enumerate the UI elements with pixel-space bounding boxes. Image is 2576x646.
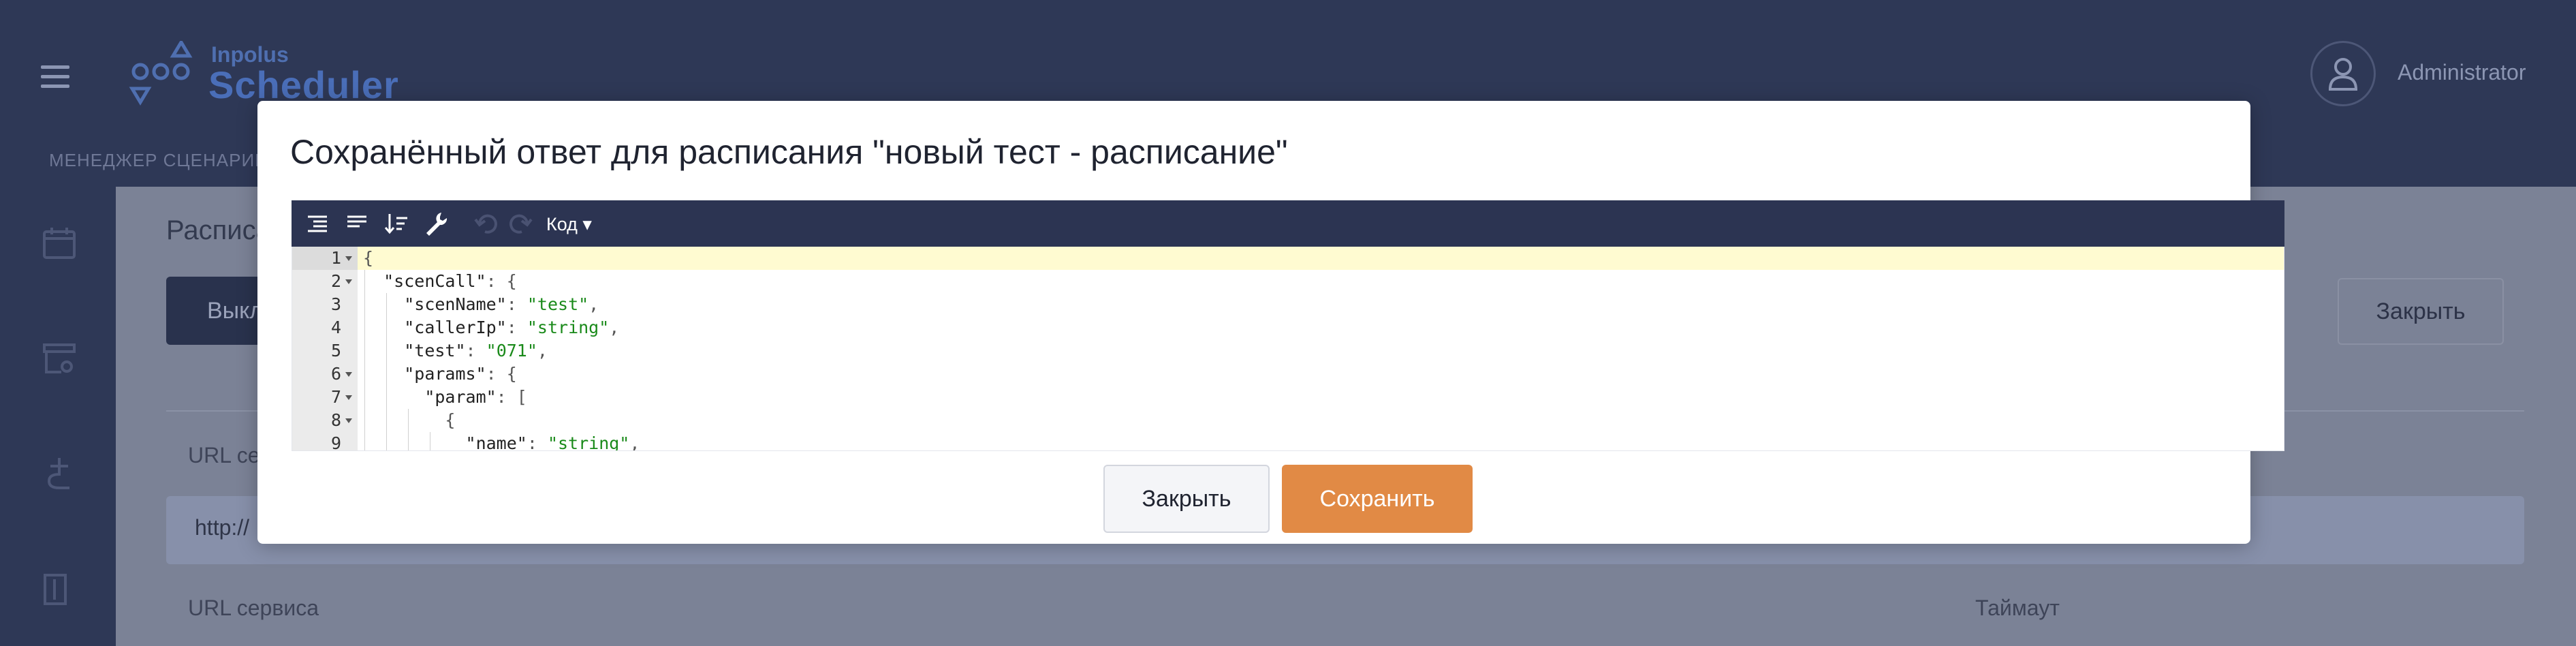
url-input-value: http:// <box>195 515 250 540</box>
fold-icon[interactable] <box>345 372 352 377</box>
code-line: 8 { <box>292 409 2284 432</box>
code-text: "scenName": "test", <box>404 294 599 314</box>
fold-icon[interactable] <box>345 418 352 423</box>
disable-button[interactable]: Выкл <box>166 277 268 345</box>
close-page-button[interactable]: Закрыть <box>2338 278 2504 345</box>
modal-title: Сохранённый ответ для расписания "новый … <box>290 133 1288 171</box>
code-line: 7 "param": [ <box>292 386 2284 409</box>
sort-icon[interactable] <box>383 210 410 237</box>
code-line: 2 "scenCall": { <box>292 270 2284 293</box>
code-text: "test": "071", <box>404 341 548 360</box>
code-text: "param": [ <box>424 387 527 407</box>
code-editor[interactable]: 1 { 2 "scenCall": { 3 "scenName": "test"… <box>292 247 2284 451</box>
page-title: Расписа <box>166 215 271 245</box>
undo-icon[interactable] <box>473 210 500 237</box>
mode-dropdown[interactable]: Код ▾ <box>546 214 592 235</box>
user-name[interactable]: Administrator <box>2398 60 2526 85</box>
format-icon[interactable] <box>304 210 331 237</box>
avatar[interactable] <box>2310 41 2376 106</box>
archive-view-icon[interactable] <box>42 342 76 376</box>
code-text: "scenCall": { <box>383 271 517 291</box>
timeout-label: Таймаут <box>1975 596 2060 620</box>
sidebar <box>0 187 116 646</box>
code-text: "callerIp": "string", <box>404 318 620 337</box>
user-icon <box>2328 58 2358 91</box>
code-line: 5 "test": "071", <box>292 339 2284 363</box>
fold-icon[interactable] <box>345 256 352 261</box>
repair-icon[interactable] <box>422 210 450 237</box>
code-line: 4 "callerIp": "string", <box>292 316 2284 339</box>
code-line: 1 { <box>292 247 2284 270</box>
scenario-icon[interactable] <box>42 457 76 493</box>
code-line: 9 "name": "string", <box>292 432 2284 451</box>
close-button[interactable]: Закрыть <box>1103 465 1270 533</box>
logo-mark-icon <box>129 41 193 106</box>
redo-icon[interactable] <box>507 210 534 237</box>
logout-icon[interactable] <box>42 572 72 606</box>
code-line: 6 "params": { <box>292 363 2284 386</box>
save-button[interactable]: Сохранить <box>1282 465 1473 533</box>
code-text: "params": { <box>404 364 517 384</box>
fold-icon[interactable] <box>345 279 352 284</box>
nav-scenario-manager[interactable]: МЕНЕДЖЕР СЦЕНАРИЕ <box>49 150 267 171</box>
saved-response-modal: Сохранённый ответ для расписания "новый … <box>257 101 2284 544</box>
code-text: "name": "string", <box>465 433 640 451</box>
compact-icon[interactable] <box>343 210 371 237</box>
calendar-icon[interactable] <box>42 226 76 260</box>
url-label: URL се <box>188 443 260 467</box>
fold-icon[interactable] <box>345 395 352 400</box>
service-url-label: URL сервиса <box>188 596 319 620</box>
code-line: 3 "scenName": "test", <box>292 293 2284 316</box>
code-text: { <box>445 410 456 430</box>
menu-icon[interactable] <box>41 65 69 94</box>
